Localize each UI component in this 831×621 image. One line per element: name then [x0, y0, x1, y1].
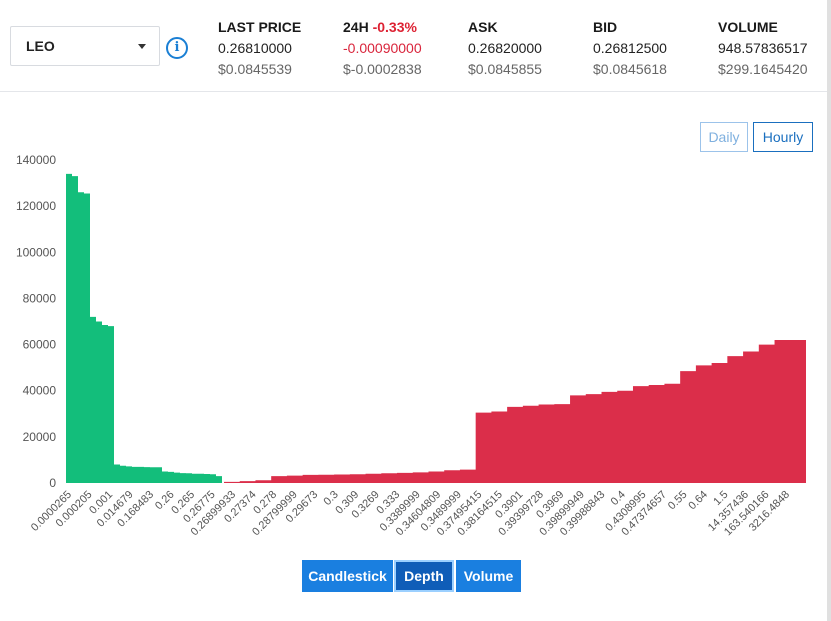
stat-bid-usd: $0.0845618 [593, 61, 667, 77]
stat-bid: BID 0.26812500 $0.0845618 [593, 17, 667, 80]
stat-last-price-label: LAST PRICE [218, 19, 302, 35]
y-tick-label: 140000 [16, 153, 56, 167]
stat-volume-label: VOLUME [718, 19, 778, 35]
stat-last-price-usd: $0.0845539 [218, 61, 292, 77]
depth-chart: 020000400006000080000100000120000140000 … [16, 153, 806, 539]
stat-bid-label: BID [593, 19, 618, 35]
x-tick-label: 0.55 [666, 489, 690, 513]
stat-volume-value: 948.57836517 [718, 40, 808, 56]
ticker-bar: LEO i LAST PRICE 0.26810000 $0.0845539 2… [0, 0, 831, 92]
stat-last-price-value: 0.26810000 [218, 40, 292, 56]
stat-24h-label: 24H -0.33% [343, 17, 422, 38]
volume-button[interactable]: Volume [456, 560, 521, 592]
y-tick-label: 0 [49, 476, 56, 490]
y-tick-label: 40000 [23, 384, 57, 398]
stat-ask-usd: $0.0845855 [468, 61, 542, 77]
stat-ask: ASK 0.26820000 $0.0845855 [468, 17, 542, 80]
y-tick-label: 120000 [16, 199, 56, 213]
stat-ask-value: 0.26820000 [468, 40, 542, 56]
info-icon[interactable]: i [166, 37, 188, 59]
stat-24h-pct: -0.33% [372, 19, 417, 35]
depth-areas [66, 173, 806, 483]
stat-ask-label: ASK [468, 19, 498, 35]
stat-24h-value: -0.00090000 [343, 40, 422, 56]
stat-last-price: LAST PRICE 0.26810000 $0.0845539 [218, 17, 301, 80]
coin-select[interactable]: LEO [10, 26, 160, 66]
x-axis: 0.00002650.0002050.0010.0146790.1684830.… [29, 489, 792, 539]
y-tick-label: 80000 [23, 291, 57, 305]
coin-select-value: LEO [26, 38, 55, 54]
y-tick-label: 20000 [23, 430, 57, 444]
depth-button[interactable]: Depth [394, 560, 454, 592]
candlestick-button[interactable]: Candlestick [302, 560, 393, 592]
x-tick-label: 0.64 [686, 489, 710, 513]
y-axis: 0 20000 40000 60000 80000 100000 120000 140000 [16, 153, 56, 490]
y-tick-label: 100000 [16, 245, 56, 259]
ask-depth-area [224, 339, 806, 483]
scrollbar[interactable] [827, 0, 831, 621]
stat-24h-label-text: 24H [343, 19, 369, 35]
stat-24h-change: 24H -0.33% -0.00090000 $-0.0002838 [343, 17, 422, 80]
stat-bid-value: 0.26812500 [593, 40, 667, 56]
y-tick-label: 60000 [23, 338, 57, 352]
chevron-down-icon [138, 44, 146, 49]
stat-24h-usd: $-0.0002838 [343, 61, 422, 77]
stat-volume-usd: $299.1645420 [718, 61, 808, 77]
bid-depth-area [66, 173, 222, 483]
stat-volume: VOLUME 948.57836517 $299.1645420 [718, 17, 808, 80]
